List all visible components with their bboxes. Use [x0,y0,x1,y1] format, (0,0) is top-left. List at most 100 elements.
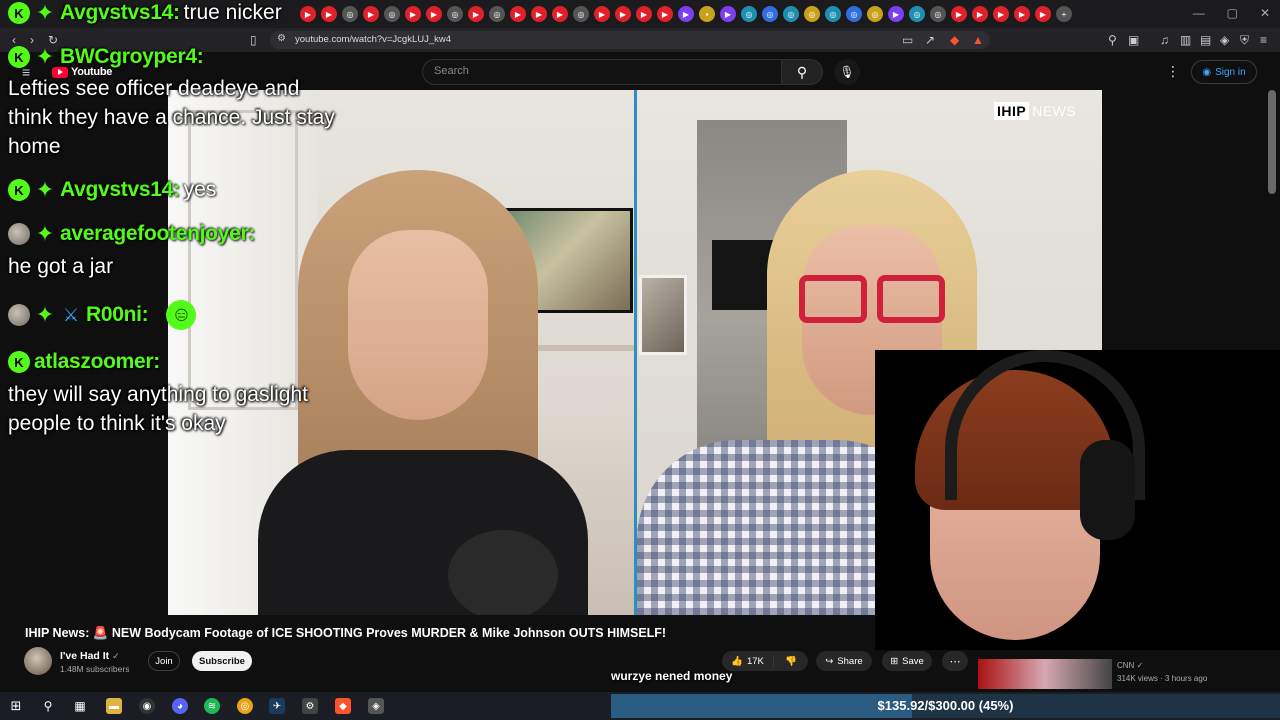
bookmark-icon[interactable]: ▯ [250,33,257,47]
screenshot-icon[interactable]: ▣ [1128,33,1139,47]
globe-tab-icon[interactable]: ◎ [762,6,778,22]
youtube-tab-icon[interactable]: ▶ [405,6,421,22]
youtube-tab-icon[interactable]: ▶ [636,6,652,22]
globe-tab-icon[interactable]: ◎ [384,6,400,22]
play-tab-icon[interactable]: ▶ [888,6,904,22]
discord-icon[interactable]: ◕ [172,698,188,714]
brave-shield-icon[interactable]: ◆ [950,33,959,47]
tool-icon[interactable]: ⚙ [302,698,318,714]
file-explorer-icon[interactable]: ▬ [106,698,122,714]
search-icon[interactable]: ⚲ [40,698,56,714]
subscribe-button[interactable]: Subscribe [192,651,252,671]
youtube-tab-icon[interactable]: ▶ [615,6,631,22]
steam-icon[interactable]: ✈ [269,698,285,714]
globe-tab-icon[interactable]: ◎ [783,6,799,22]
dislike-button[interactable]: 👎 [774,656,808,667]
globe-tab-icon[interactable]: ◎ [573,6,589,22]
youtube-tab-icon[interactable]: ▶ [552,6,568,22]
video-left-panel [168,90,634,615]
menu-icon[interactable]: ≡ [1260,33,1267,47]
vpn-icon[interactable]: ◈ [1220,33,1229,47]
shield-icon[interactable]: ⛨ [1240,33,1249,48]
cast-icon[interactable]: ▭ [902,33,913,47]
globe-tab-icon[interactable]: ◎ [489,6,505,22]
search-input[interactable] [422,59,782,85]
page-scrollbar[interactable] [1268,90,1276,194]
share-button[interactable]: ↪ Share [816,651,872,671]
youtube-tab-icon[interactable]: ▶ [1035,6,1051,22]
subscriber-badge-icon: ✦ [35,221,55,246]
globe-tab-icon[interactable]: ◎ [447,6,463,22]
globe-tab-icon[interactable]: ◎ [867,6,883,22]
brave-icon[interactable]: ◆ [335,698,351,714]
folder-tab-icon[interactable]: ▪ [699,6,715,22]
chat-text: true nicker [183,1,282,24]
channel-name[interactable]: I've Had It ✓ [60,650,120,662]
play-tab-icon[interactable]: ▶ [678,6,694,22]
related-channel-name[interactable]: CNN [1117,661,1134,670]
chrome-icon[interactable]: ◎ [237,698,253,714]
sidebar-icon[interactable]: ▥ [1180,33,1191,47]
search-button[interactable]: ⚲ [781,59,823,85]
music-icon[interactable]: ♫ [1160,33,1169,47]
globe-tab-icon[interactable]: ◎ [804,6,820,22]
youtube-tab-icon[interactable]: ▶ [531,6,547,22]
new-tab-icon[interactable]: + [1056,6,1072,22]
globe-tab-icon[interactable]: ◎ [342,6,358,22]
voice-search-button[interactable]: 🎙 [834,59,860,85]
more-options-icon[interactable]: ⋮ [1166,63,1180,80]
globe-tab-icon[interactable]: ◎ [825,6,841,22]
streamer-webcam [875,350,1280,650]
youtube-tab-icon[interactable]: ▶ [321,6,337,22]
related-video-meta: 314K views · 3 hours ago [1117,674,1208,683]
youtube-tab-icon[interactable]: ▶ [300,6,316,22]
wall-art [639,275,687,355]
start-icon[interactable]: ⊞ [8,698,24,714]
rewards-icon[interactable]: ▲ [972,33,984,47]
related-video-channel[interactable]: CNN ✓ [1117,661,1143,670]
app-icon[interactable]: ◈ [368,698,384,714]
subscriber-badge-icon: ✦ [35,44,55,69]
close-icon[interactable]: ✕ [1260,6,1270,20]
site-info-icon[interactable]: ⚙ [277,33,286,44]
globe-tab-icon[interactable]: ◎ [930,6,946,22]
globe-tab-icon[interactable]: ◎ [741,6,757,22]
task-view-icon[interactable]: ▦ [72,698,88,714]
wallet-icon[interactable]: ▤ [1200,33,1211,47]
minimize-icon[interactable]: — [1193,6,1205,20]
youtube-tab-icon[interactable]: ▶ [363,6,379,22]
save-button[interactable]: ⊞ Save [882,651,932,671]
related-video-thumbnail[interactable] [978,659,1112,689]
more-actions-button[interactable]: ⋯ [942,651,968,671]
spotify-icon[interactable]: ≋ [204,698,220,714]
thumbs-down-icon: 👎 [785,655,797,667]
youtube-tab-icon[interactable]: ▶ [951,6,967,22]
youtube-tab-icon[interactable]: ▶ [468,6,484,22]
chat-message: K ✦ Avgvstvs14: true nicker [8,1,282,25]
join-button[interactable]: Join [148,651,180,671]
youtube-tab-icon[interactable]: ▶ [1014,6,1030,22]
youtube-tab-icon[interactable]: ▶ [657,6,673,22]
url-text[interactable]: youtube.com/watch?v=JcgkLUJ_kw4 [295,34,451,45]
video-title: IHIP News: 🚨 NEW Bodycam Footage of ICE … [25,626,667,640]
youtube-tab-icon[interactable]: ▶ [972,6,988,22]
share-page-icon[interactable]: ↗ [925,33,935,47]
maximize-icon[interactable]: ▢ [1227,6,1238,20]
channel-avatar[interactable] [24,647,52,675]
like-button[interactable]: 👍 17K [722,655,774,667]
play-tab-icon[interactable]: ▶ [720,6,736,22]
sign-in-button[interactable]: ◉ Sign in [1191,60,1257,84]
red-glasses [799,275,949,325]
extensions-icon[interactable]: ⚲ [1108,33,1117,47]
youtube-tab-icon[interactable]: ▶ [594,6,610,22]
verified-icon: ✓ [1136,661,1144,670]
chat-username: Avgvstvs14: [60,178,180,201]
obs-icon[interactable]: ◉ [139,698,155,714]
channel-name-text[interactable]: I've Had It [60,650,109,662]
kick-badge-icon: K [8,2,30,24]
globe-tab-icon[interactable]: ◎ [846,6,862,22]
youtube-tab-icon[interactable]: ▶ [426,6,442,22]
youtube-tab-icon[interactable]: ▶ [993,6,1009,22]
globe-tab-icon[interactable]: ◎ [909,6,925,22]
youtube-tab-icon[interactable]: ▶ [510,6,526,22]
